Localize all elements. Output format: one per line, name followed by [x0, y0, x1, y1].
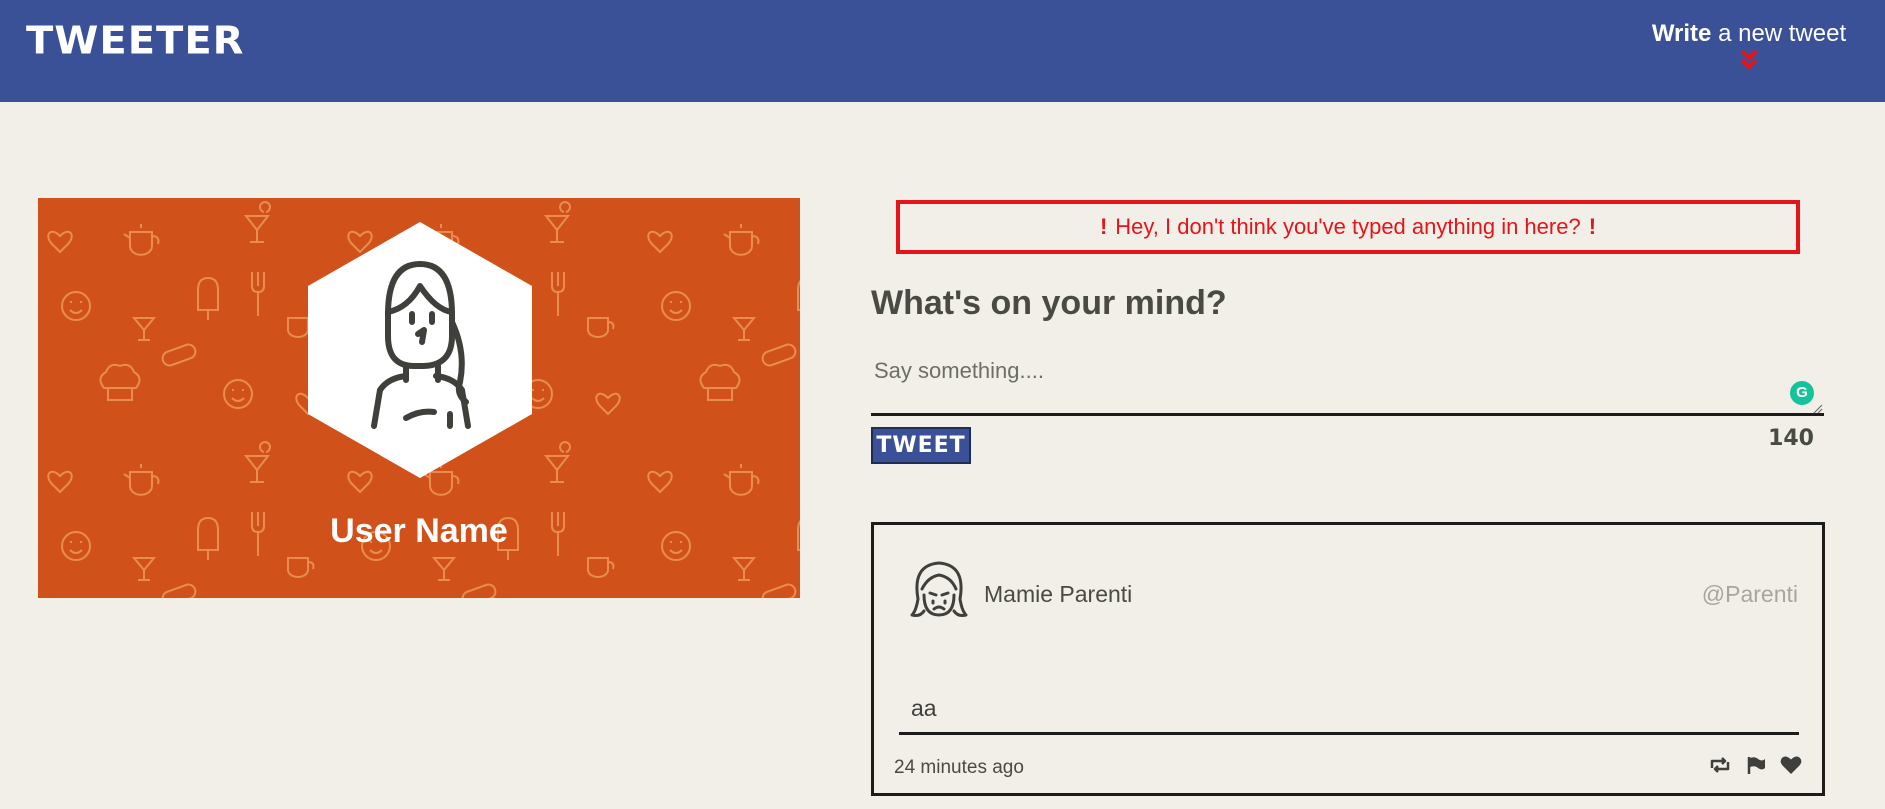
- composer-heading: What's on your mind?: [871, 284, 1227, 322]
- chevron-double-down-icon[interactable]: [1739, 48, 1759, 72]
- resize-handle-icon[interactable]: [1813, 404, 1823, 414]
- tweet-author-handle: @Parenti: [1701, 581, 1798, 607]
- write-label-bold: Write: [1651, 20, 1712, 47]
- profile-username: User Name: [330, 512, 508, 550]
- user-avatar-icon: [910, 561, 968, 617]
- tweet-submit-button[interactable]: TWEET: [871, 427, 971, 464]
- profile-card: User Name: [38, 198, 800, 598]
- character-counter: 140: [1768, 426, 1814, 451]
- write-new-tweet-toggle[interactable]: Write a new tweet: [1649, 20, 1849, 80]
- flag-icon[interactable]: [1746, 755, 1766, 780]
- tweet-author-name: Mamie Parenti: [984, 581, 1133, 607]
- exclamation-icon: !: [1099, 214, 1108, 239]
- error-message: Hey, I don't think you've typed anything…: [1115, 214, 1581, 239]
- write-new-tweet-label[interactable]: Write a new tweet: [1649, 20, 1849, 48]
- brand-logo[interactable]: TWEETER: [26, 19, 244, 63]
- tweet-textarea[interactable]: [871, 346, 1824, 416]
- profile-avatar: [308, 222, 532, 478]
- tweet-card: Mamie Parenti @Parenti aa 24 minutes ago: [871, 522, 1825, 796]
- empty-tweet-error: ! Hey, I don't think you've typed anythi…: [896, 200, 1800, 254]
- tweet-actions: [1708, 755, 1802, 780]
- retweet-icon[interactable]: [1708, 755, 1732, 780]
- exclamation-icon: !: [1588, 214, 1597, 239]
- write-label-rest: a new tweet: [1711, 20, 1847, 47]
- tweet-content: aa: [899, 691, 1799, 735]
- heart-icon[interactable]: [1780, 755, 1802, 780]
- tweet-timestamp: 24 minutes ago: [894, 757, 1024, 778]
- grammarly-icon[interactable]: G: [1790, 381, 1814, 405]
- top-nav: TWEETER Write a new tweet: [0, 0, 1885, 102]
